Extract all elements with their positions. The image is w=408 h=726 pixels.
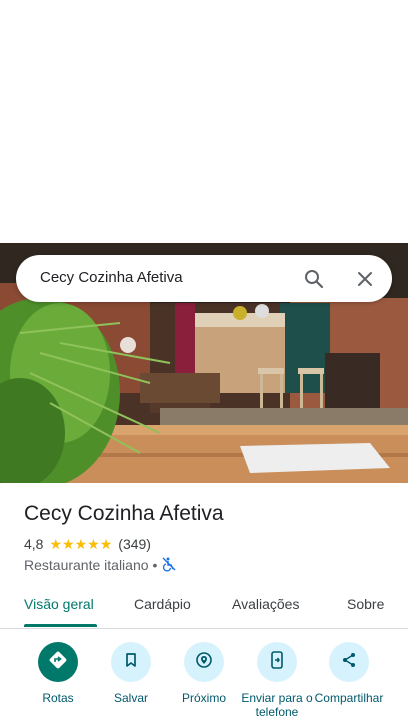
star-icon: ★ <box>62 536 75 552</box>
directions-circle <box>38 642 78 682</box>
category-row: Restaurante italiano • <box>24 556 177 574</box>
active-tab-indicator <box>24 624 97 627</box>
directions-label: Rotas <box>42 691 74 705</box>
place-category: Restaurante italiano <box>24 557 149 573</box>
tab-about[interactable]: Sobre <box>347 596 384 612</box>
share-icon <box>340 651 358 674</box>
star-icon: ★ <box>49 536 63 552</box>
tab-overview[interactable]: Visão geral <box>24 596 94 612</box>
close-icon[interactable] <box>353 267 377 291</box>
share-button[interactable]: Compartilhar <box>309 642 389 705</box>
share-circle <box>329 642 369 682</box>
directions-icon <box>48 650 68 675</box>
star-icon: ★ <box>87 536 100 552</box>
save-button[interactable]: Salvar <box>91 642 171 705</box>
not-wheelchair-accessible-icon <box>161 556 177 575</box>
star-icon: ★ <box>99 536 113 552</box>
search-bar[interactable]: Cecy Cozinha Afetiva <box>16 255 392 302</box>
save-label: Salvar <box>113 691 148 705</box>
nearby-button[interactable]: Próximo <box>164 642 244 705</box>
save-circle <box>111 642 151 682</box>
search-icon[interactable] <box>302 267 326 291</box>
separator-dot: • <box>152 557 158 573</box>
bookmark-icon <box>122 651 140 674</box>
search-input[interactable]: Cecy Cozinha Afetiva <box>40 269 183 286</box>
rating-value: 4,8 <box>24 536 44 552</box>
map-area-blank <box>0 0 408 243</box>
nearby-label: Próximo <box>181 691 226 705</box>
rating-row[interactable]: 4,8 ★ ★ ★ ★ ★ (349) <box>24 536 151 552</box>
send-to-phone-button[interactable]: Enviar para o telefone <box>237 642 317 719</box>
tab-bar: Visão geral Cardápio Avaliações Sobre <box>0 588 408 629</box>
share-label: Compartilhar <box>314 691 384 705</box>
rating-stars: ★ ★ ★ ★ ★ <box>49 537 112 551</box>
review-count[interactable]: (349) <box>118 536 151 552</box>
send-to-phone-circle <box>257 642 297 682</box>
star-icon: ★ <box>74 536 88 552</box>
tab-reviews[interactable]: Avaliações <box>232 596 299 612</box>
tab-menu[interactable]: Cardápio <box>134 596 191 612</box>
place-title: Cecy Cozinha Afetiva <box>24 502 224 525</box>
send-to-phone-label: Enviar para o telefone <box>241 691 313 719</box>
nearby-circle <box>184 642 224 682</box>
nearby-icon <box>194 650 214 675</box>
directions-button[interactable]: Rotas <box>18 642 98 705</box>
send-to-phone-icon <box>267 650 287 675</box>
